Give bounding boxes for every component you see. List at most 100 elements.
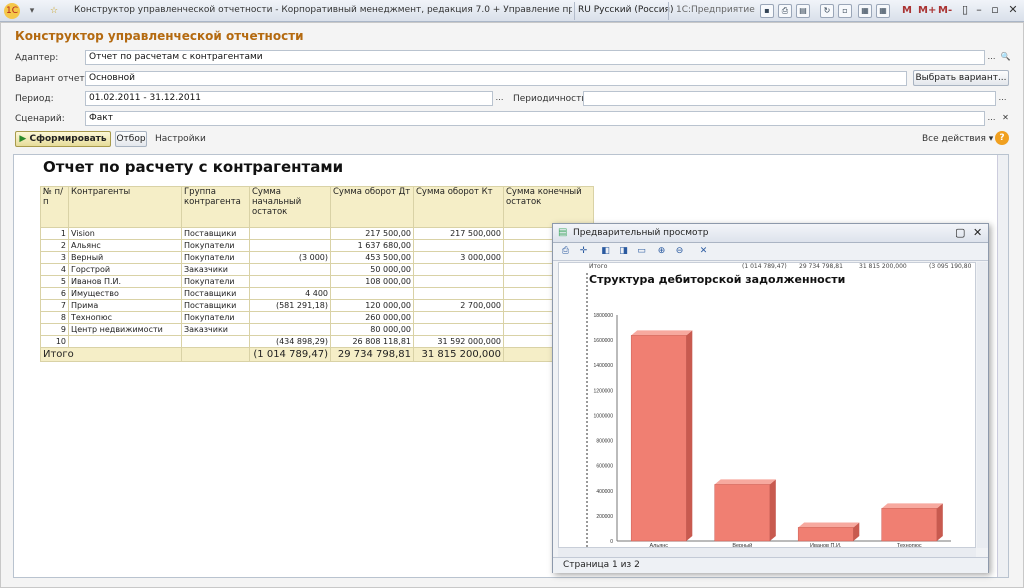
- table-cell: Покупатели: [181, 311, 250, 324]
- window-title: Конструктор управленческой отчетности - …: [74, 5, 572, 15]
- period-label: Период:: [15, 94, 54, 104]
- table-row[interactable]: 2 Альянс Покупатели 1 637 680,00: [40, 239, 594, 252]
- page-next-icon[interactable]: ◨: [617, 245, 630, 258]
- preview-page: Итого (1 014 789,47) 29 734 798,81 31 81…: [558, 262, 976, 548]
- y-tick-label: 200000: [596, 514, 613, 520]
- scenario-select-icon[interactable]: …: [985, 112, 998, 125]
- document-icon[interactable]: ▫: [838, 4, 852, 18]
- total-cell: [181, 347, 250, 362]
- adapter-open-icon[interactable]: 🔍: [999, 51, 1012, 64]
- y-tick-label: 800000: [596, 439, 613, 445]
- total-row[interactable]: Итого (1 014 789,47) 29 734 798,81 31 815 2…: [40, 347, 594, 362]
- close-icon[interactable]: ✕: [1004, 3, 1022, 18]
- col-header-group: Группа контрагента: [181, 186, 250, 228]
- table-cell: 2: [40, 239, 69, 252]
- periodicity-select-icon[interactable]: …: [996, 92, 1009, 105]
- periodicity-field[interactable]: [583, 91, 996, 106]
- table-cell: 2 700,000: [413, 299, 504, 312]
- period-select-icon[interactable]: …: [493, 92, 506, 105]
- table-cell: [68, 335, 182, 348]
- table-cell: Покупатели: [181, 239, 250, 252]
- help-icon[interactable]: ?: [995, 131, 1009, 145]
- adapter-field[interactable]: Отчет по расчетам с контрагентами: [85, 50, 985, 65]
- adapter-select-icon[interactable]: …: [985, 51, 998, 64]
- form-title: Конструктор управленческой отчетности: [15, 29, 304, 43]
- preview-icon[interactable]: ▤: [796, 4, 810, 18]
- table-cell: Поставщики: [181, 227, 250, 240]
- close-preview-icon[interactable]: ✕: [697, 245, 710, 258]
- all-actions-menu[interactable]: Все действия ▾: [922, 134, 993, 144]
- table-cell: Прима: [68, 299, 182, 312]
- total-cell: Итого: [40, 347, 182, 362]
- table-cell: 26 808 118,81: [330, 335, 414, 348]
- scenario-field[interactable]: Факт: [85, 111, 985, 126]
- preview-vertical-scrollbar[interactable]: [977, 262, 988, 548]
- bar-top: [881, 503, 943, 509]
- print-icon[interactable]: ⎙: [778, 4, 792, 18]
- table-cell: 80 000,00: [330, 323, 414, 336]
- table-cell: [413, 311, 504, 324]
- generate-button[interactable]: ▶ Сформировать: [15, 131, 111, 147]
- zoom-in-icon[interactable]: ⊕: [655, 245, 668, 258]
- memory-plus-button[interactable]: M+: [918, 5, 936, 16]
- scenario-clear-icon[interactable]: ✕: [999, 112, 1012, 125]
- table-cell: [181, 335, 250, 348]
- table-row[interactable]: 9 Центр недвижимости Заказчики 80 000,00: [40, 323, 594, 336]
- print-icon[interactable]: ⎙: [559, 245, 572, 258]
- table-cell: Альянс: [68, 239, 182, 252]
- two-pages-icon[interactable]: ▭: [635, 245, 648, 258]
- preview-maximize-icon[interactable]: ▢: [955, 226, 965, 239]
- page-prev-icon[interactable]: ◧: [599, 245, 612, 258]
- table-cell: (3 000): [249, 251, 331, 264]
- table-row[interactable]: 6 Имущество Поставщики 4 400: [40, 287, 594, 300]
- variant-field[interactable]: Основной: [85, 71, 907, 86]
- table-cell: 5: [40, 275, 69, 288]
- table-cell: [249, 263, 331, 276]
- calculator-icon[interactable]: ▦: [876, 4, 890, 18]
- memory-button[interactable]: M: [902, 5, 912, 16]
- table-cell: Покупатели: [181, 275, 250, 288]
- bar: [714, 484, 771, 542]
- separator: [668, 2, 669, 20]
- menu-arrow-icon[interactable]: ▾: [24, 3, 40, 19]
- report-vertical-scrollbar[interactable]: [997, 155, 1008, 577]
- table-cell: Заказчики: [181, 323, 250, 336]
- y-tick-label: 1000000: [594, 413, 614, 419]
- maximize-icon[interactable]: ▫: [986, 3, 1004, 18]
- filter-button[interactable]: Отбор: [115, 131, 147, 147]
- bar-side: [936, 503, 943, 541]
- table-row[interactable]: 5 Иванов П.И. Покупатели 108 000,00: [40, 275, 594, 288]
- table-row[interactable]: 1 Vision Поставщики 217 500,00 217 500,000: [40, 227, 594, 240]
- col-header-start-balance: Сумма начальный остаток: [249, 186, 331, 228]
- preview-horizontal-scrollbar[interactable]: [558, 548, 976, 557]
- language-indicator[interactable]: RU Русский (Россия): [578, 5, 673, 15]
- table-row[interactable]: 4 Горстрой Заказчики 50 000,00: [40, 263, 594, 276]
- table-cell: Технопюс: [68, 311, 182, 324]
- table-cell: 1: [40, 227, 69, 240]
- zoom-out-icon[interactable]: ⊖: [673, 245, 686, 258]
- period-field[interactable]: 01.02.2011 - 31.12.2011: [85, 91, 493, 106]
- table-row[interactable]: 7 Прима Поставщики (581 291,18) 120 000,00 2 …: [40, 299, 594, 312]
- table-cell: [413, 323, 504, 336]
- report-title: Отчет по расчету с контрагентами: [43, 158, 344, 176]
- move-icon[interactable]: ✛: [577, 245, 590, 258]
- table-row[interactable]: 8 Технопюс Покупатели 260 000,00: [40, 311, 594, 324]
- preview-titlebar: ▤ Предварительный просмотр ▢ ✕: [553, 224, 988, 243]
- col-header-counterparty: Контрагенты: [68, 186, 182, 228]
- table-cell: [330, 287, 414, 300]
- preview-close-icon[interactable]: ✕: [973, 226, 982, 239]
- table-row[interactable]: 3 Верный Покупатели (3 000) 453 500,00 3 000,…: [40, 251, 594, 264]
- table-cell: 260 000,00: [330, 311, 414, 324]
- favorites-star-icon[interactable]: ☆: [46, 3, 62, 19]
- save-icon[interactable]: ▪: [760, 4, 774, 18]
- refresh-icon[interactable]: ↻: [820, 4, 834, 18]
- app-logo-icon[interactable]: 1С: [4, 3, 20, 19]
- y-tick-label: 400000: [596, 489, 613, 495]
- col-header-credit: Сумма оборот Кт: [413, 186, 504, 228]
- table-row[interactable]: 10 (434 898,29) 26 808 118,81 31 592 000,00…: [40, 335, 594, 348]
- settings-link[interactable]: Настройки: [155, 134, 206, 144]
- choose-variant-button[interactable]: Выбрать вариант...: [913, 70, 1009, 86]
- bar: [881, 508, 938, 542]
- memory-minus-button[interactable]: M-: [938, 5, 952, 16]
- table-icon[interactable]: ▦: [858, 4, 872, 18]
